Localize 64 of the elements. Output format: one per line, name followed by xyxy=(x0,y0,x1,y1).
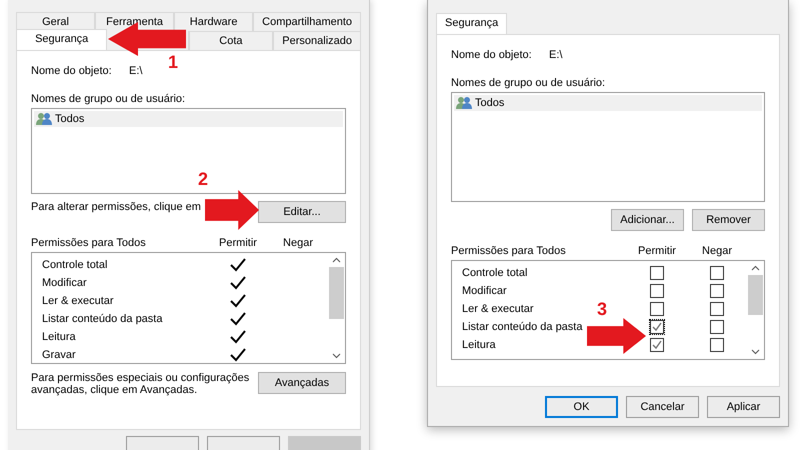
object-label: Nome do objeto: xyxy=(31,65,113,77)
permission-name: Controle total xyxy=(42,259,108,271)
arrow-icon xyxy=(205,190,259,230)
permission-name: Listar conteúdo da pasta xyxy=(42,313,162,325)
column-header: Permitir xyxy=(218,237,258,249)
dialog-button[interactable]: Aplicar xyxy=(707,396,780,418)
dialog-button[interactable]: Cancelar xyxy=(626,396,699,418)
users-label: Nomes de grupo ou de usuário: xyxy=(451,77,606,89)
checkbox[interactable] xyxy=(649,265,665,281)
checkbox[interactable] xyxy=(649,319,665,335)
column-header: Permitir xyxy=(637,245,677,257)
dialog-button[interactable]: OK xyxy=(545,396,618,418)
permission-name: Leitura xyxy=(42,331,76,343)
permissions-label: Permissões para Todos xyxy=(31,237,147,249)
permission-name: Ler & executar xyxy=(42,295,114,307)
users-label: Nomes de grupo ou de usuário: xyxy=(31,93,186,105)
dialog-button[interactable]: Editar... xyxy=(258,201,346,223)
user-item[interactable]: Todos xyxy=(454,95,762,111)
checkbox[interactable] xyxy=(709,337,725,353)
scroll-up-icon[interactable] xyxy=(751,265,760,271)
check-icon xyxy=(651,321,663,333)
dialog-button[interactable]: Remover xyxy=(692,209,765,231)
step-number: 1 xyxy=(168,53,178,71)
permission-name: Controle total xyxy=(462,267,528,279)
dialog-button[interactable]: Adicionar... xyxy=(611,209,684,231)
checkbox[interactable] xyxy=(649,337,665,353)
permission-name: Leitura xyxy=(462,339,496,351)
arrow-icon xyxy=(587,318,646,354)
scroll-down-icon[interactable] xyxy=(751,349,760,355)
checkbox[interactable] xyxy=(709,319,725,335)
column-header: Negar xyxy=(282,237,314,249)
permission-name: Modificar xyxy=(462,285,507,297)
checkbox[interactable] xyxy=(709,283,725,299)
tab[interactable]: Segurança xyxy=(436,13,508,34)
check-icon xyxy=(651,339,663,351)
checkbox[interactable] xyxy=(649,283,665,299)
scroll-up-icon[interactable] xyxy=(332,257,341,263)
user-item[interactable]: Todos xyxy=(34,111,343,127)
object-value: E:\ xyxy=(129,65,142,77)
scroll-down-icon[interactable] xyxy=(332,353,341,359)
step-number: 3 xyxy=(597,300,608,318)
tab[interactable]: Cota xyxy=(188,31,274,50)
permission-name: Listar conteúdo da pasta xyxy=(462,321,582,333)
object-value: E:\ xyxy=(549,49,562,61)
tab[interactable]: Compartilhamento xyxy=(253,12,362,31)
checkbox[interactable] xyxy=(709,301,725,317)
column-header: Negar xyxy=(701,245,733,257)
tab[interactable]: Segurança xyxy=(16,29,108,50)
users-icon xyxy=(36,112,53,126)
users-icon xyxy=(456,96,473,110)
object-label: Nome do objeto: xyxy=(451,49,533,61)
permissions-label: Permissões para Todos xyxy=(451,245,567,257)
tab[interactable]: Ferramenta xyxy=(95,12,174,31)
checkbox[interactable] xyxy=(649,301,665,317)
tab[interactable]: Hardware xyxy=(174,12,254,31)
permission-name: Ler & executar xyxy=(462,303,534,315)
permission-name: Gravar xyxy=(42,349,76,361)
checkbox[interactable] xyxy=(709,265,725,281)
edit-hint: Para alterar permissões, clique em xyxy=(31,201,201,213)
advanced-hint: Para permissões especiais ou configurações avançadas, clique em Avançadas. xyxy=(31,372,250,396)
permission-name: Modificar xyxy=(42,277,87,289)
advanced-button[interactable]: Avançadas xyxy=(258,372,346,394)
tab[interactable]: Personalizado xyxy=(273,31,361,50)
step-number: 2 xyxy=(198,170,208,188)
